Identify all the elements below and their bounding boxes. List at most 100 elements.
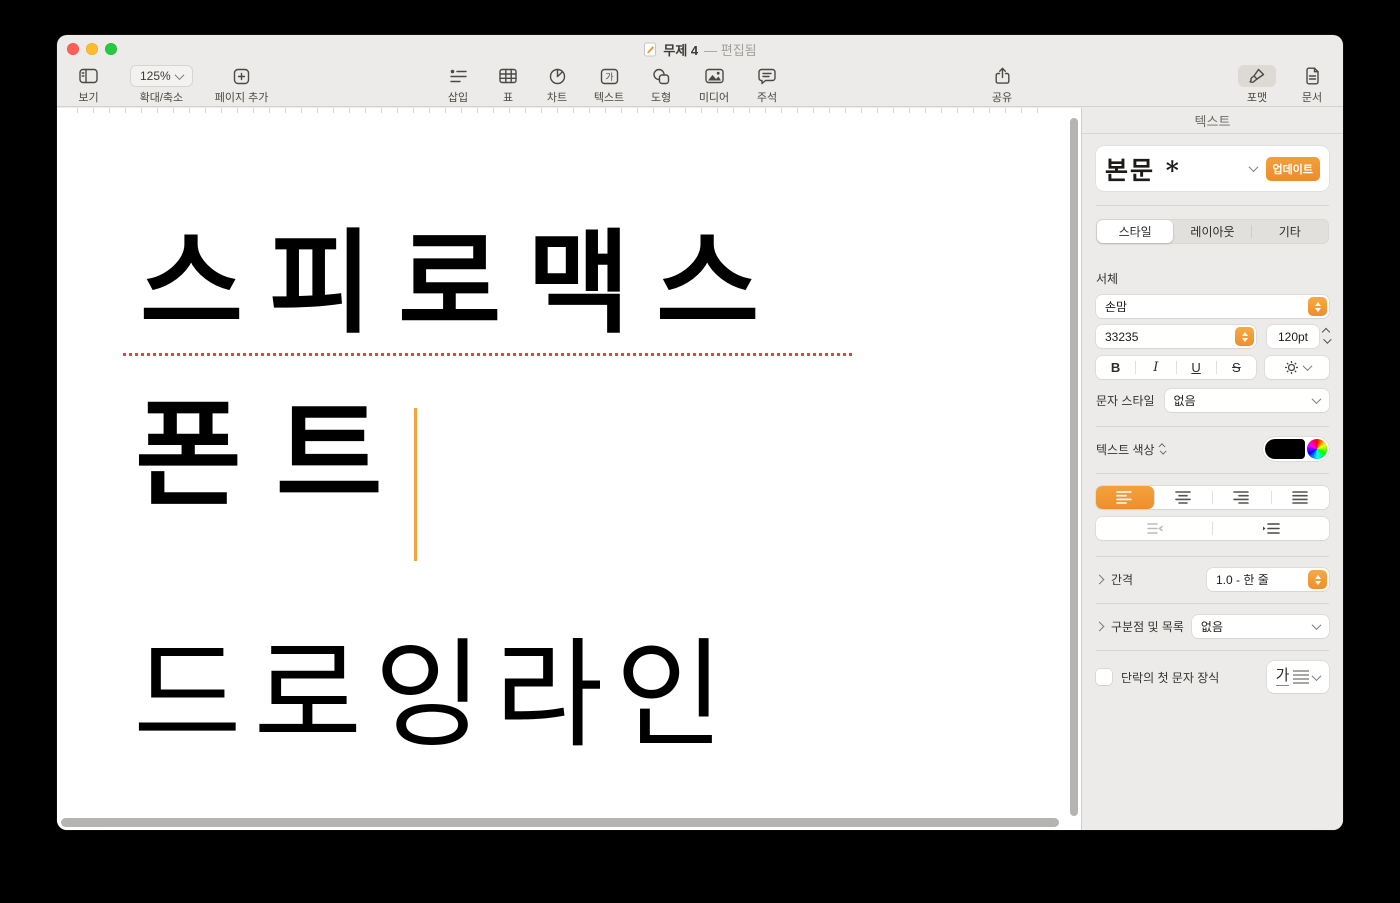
- align-right-button[interactable]: [1213, 486, 1271, 509]
- stepper-icon: [1308, 297, 1327, 316]
- align-justify-button[interactable]: [1272, 486, 1330, 509]
- stepper-icon: [1235, 327, 1254, 346]
- bullets-popup[interactable]: 없음: [1192, 615, 1329, 638]
- paragraph-style-picker[interactable]: 본문 * 업데이트: [1096, 146, 1329, 191]
- format-sidebar: 텍스트 본문 * 업데이트 스타일 레이아웃 기타 서체 손맘 33235: [1081, 108, 1343, 830]
- view-sidebar-icon: [69, 65, 108, 87]
- align-left-button[interactable]: [1096, 486, 1154, 509]
- textbox-button[interactable]: 가 텍스트: [585, 65, 633, 105]
- increase-indent-button[interactable]: [1213, 517, 1329, 540]
- format-brush-icon: [1238, 65, 1276, 87]
- disclosure-chevron-icon[interactable]: [1095, 575, 1105, 585]
- title-bar: 무제 4 — 편집됨: [57, 35, 1343, 62]
- font-family-popup[interactable]: 손맘: [1096, 295, 1329, 318]
- char-style-label: 문자 스타일: [1096, 392, 1155, 409]
- chevron-down-icon: [1302, 361, 1312, 371]
- document-text-line-2[interactable]: 폰트: [135, 398, 416, 514]
- indent-segment: [1096, 517, 1329, 540]
- color-wheel-icon[interactable]: [1307, 439, 1327, 459]
- dropcap-label: 단락의 첫 문자 장식: [1121, 669, 1219, 686]
- zoom-control[interactable]: 125% 확대/축소: [130, 65, 193, 105]
- divider: [1096, 205, 1329, 206]
- document-text-line-1[interactable]: 스피로맥스: [140, 228, 785, 340]
- text-color-well[interactable]: [1263, 437, 1329, 461]
- underline-button[interactable]: U: [1177, 356, 1216, 379]
- dropcap-checkbox[interactable]: [1096, 669, 1112, 685]
- update-style-button[interactable]: 업데이트: [1266, 157, 1320, 181]
- char-style-popup[interactable]: 없음: [1165, 389, 1329, 412]
- toolbar: 보기 125% 확대/축소 페이지 추가 삽입: [57, 62, 1343, 107]
- updown-chevrons-icon: [1159, 444, 1164, 454]
- document-settings-button[interactable]: 문서: [1289, 65, 1335, 105]
- comment-button[interactable]: 주석: [745, 65, 789, 105]
- document-icon: [1295, 65, 1330, 87]
- view-button[interactable]: 보기: [69, 65, 108, 105]
- share-icon: [985, 65, 1020, 87]
- stepper-icon: [1308, 570, 1327, 589]
- italic-button[interactable]: I: [1136, 356, 1175, 379]
- media-button[interactable]: 미디어: [689, 65, 739, 105]
- pages-window: 무제 4 — 편집됨 보기 125% 확대/축소: [57, 35, 1343, 830]
- paragraph-style-name: 본문 *: [1105, 151, 1250, 187]
- insert-button[interactable]: 삽입: [435, 65, 481, 105]
- chevron-down-icon: [1312, 394, 1322, 404]
- divider: [1096, 603, 1329, 604]
- gear-icon: [1284, 360, 1299, 375]
- alignment-segment: [1096, 486, 1329, 509]
- font-style-popup[interactable]: 33235: [1096, 325, 1256, 348]
- pie-chart-icon: [539, 65, 576, 87]
- spacing-label: 간격: [1111, 571, 1133, 588]
- advanced-options-button[interactable]: [1265, 356, 1329, 379]
- window-title: 무제 4: [663, 40, 698, 59]
- text-format-segment: B I U S: [1096, 356, 1256, 379]
- chevron-down-icon: [1312, 671, 1322, 681]
- table-button[interactable]: 표: [487, 65, 529, 105]
- spacing-popup[interactable]: 1.0 - 한 줄: [1207, 568, 1329, 591]
- divider: [1096, 556, 1329, 557]
- ruler: [77, 108, 1041, 113]
- table-icon: [489, 65, 527, 87]
- document-canvas[interactable]: 스피로맥스 폰트 드로잉라인: [57, 108, 1081, 830]
- vertical-scrollbar[interactable]: [1070, 118, 1078, 816]
- font-family-value: 손맘: [1105, 298, 1308, 315]
- align-center-button[interactable]: [1155, 486, 1213, 509]
- font-style-value: 33235: [1105, 330, 1235, 344]
- chevron-down-icon: [1248, 162, 1258, 172]
- format-button[interactable]: 포맷: [1233, 65, 1281, 105]
- textbox-icon: 가: [590, 65, 629, 87]
- zoom-dropdown[interactable]: 125%: [130, 65, 193, 87]
- horizontal-scrollbar[interactable]: [61, 818, 1059, 827]
- share-button[interactable]: 공유: [979, 65, 1025, 105]
- divider: [1096, 426, 1329, 427]
- font-size-stepper[interactable]: [1323, 329, 1329, 344]
- bold-button[interactable]: B: [1096, 356, 1135, 379]
- window-edited-state: — 편집됨: [704, 40, 757, 59]
- dropcap-preview-glyph: 가: [1276, 668, 1290, 686]
- shape-button[interactable]: 도형: [639, 65, 683, 105]
- current-color-swatch[interactable]: [1265, 439, 1305, 459]
- add-page-icon: [223, 65, 260, 87]
- dropcap-style-button[interactable]: 가: [1267, 661, 1329, 693]
- spellcheck-underline: [123, 353, 853, 356]
- disclosure-chevron-icon[interactable]: [1095, 622, 1105, 632]
- tab-layout[interactable]: 레이아웃: [1174, 220, 1250, 243]
- font-size-field[interactable]: 120pt: [1267, 325, 1319, 348]
- bullets-label: 구분점 및 목록: [1111, 618, 1184, 635]
- sidebar-title: 텍스트: [1096, 108, 1329, 133]
- text-color-label: 텍스트 색상: [1096, 441, 1155, 458]
- tab-style[interactable]: 스타일: [1097, 220, 1173, 243]
- comment-icon: [748, 65, 786, 87]
- divider: [1082, 133, 1343, 134]
- chevron-down-icon: [1312, 620, 1322, 630]
- decrease-indent-button[interactable]: [1096, 517, 1212, 540]
- sidebar-tabs: 스타일 레이아웃 기타: [1096, 219, 1329, 244]
- strikethrough-button[interactable]: S: [1217, 356, 1256, 379]
- divider: [1096, 650, 1329, 651]
- tab-more[interactable]: 기타: [1252, 220, 1328, 243]
- document-text-line-3[interactable]: 드로잉라인: [133, 636, 736, 754]
- font-section-label: 서체: [1096, 270, 1329, 287]
- chart-button[interactable]: 차트: [535, 65, 579, 105]
- shapes-icon: [642, 65, 680, 87]
- text-insertion-caret: [414, 408, 417, 561]
- add-page-button[interactable]: 페이지 추가: [215, 65, 269, 105]
